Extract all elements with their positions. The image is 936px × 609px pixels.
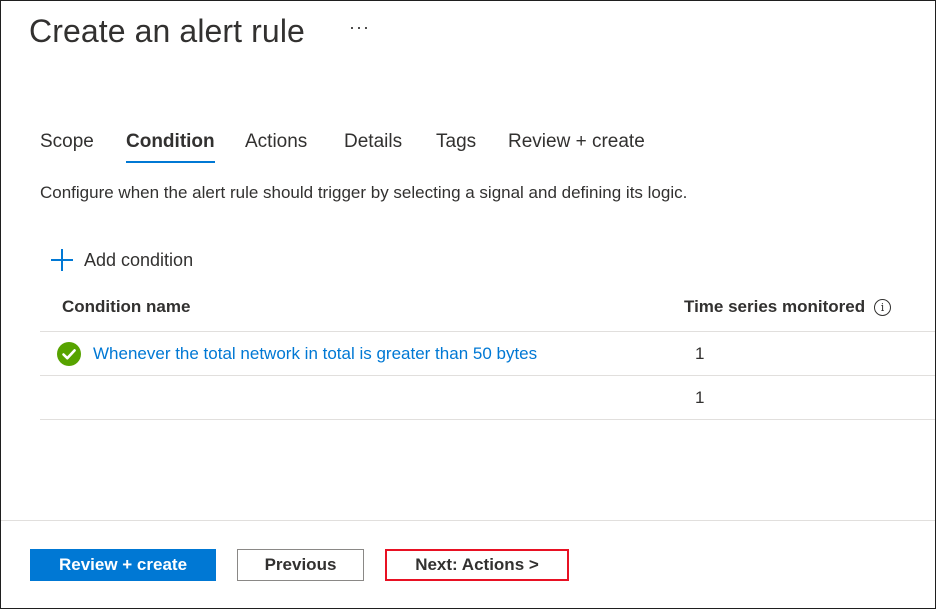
column-header-time-series: Time series monitored xyxy=(684,297,866,316)
alert-rule-panel: Create an alert rule ··· Scope Condition… xyxy=(0,0,936,609)
footer-divider xyxy=(1,520,935,521)
condition-description: Configure when the alert rule should tri… xyxy=(40,183,688,202)
tab-actions[interactable]: Actions xyxy=(245,129,307,163)
add-condition-label: Add condition xyxy=(84,249,194,270)
column-header-condition-name: Condition name xyxy=(62,297,191,316)
time-series-value: 1 xyxy=(695,344,705,363)
tab-condition[interactable]: Condition xyxy=(126,129,215,163)
time-series-value: 1 xyxy=(695,388,705,407)
tab-review-create[interactable]: Review + create xyxy=(508,129,645,163)
tab-details[interactable]: Details xyxy=(344,129,402,163)
check-circle-icon xyxy=(57,342,81,366)
table-divider xyxy=(40,331,935,332)
review-create-button[interactable]: Review + create xyxy=(30,549,216,581)
tab-tags[interactable]: Tags xyxy=(436,129,476,163)
add-condition-button[interactable]: Add condition xyxy=(51,245,193,275)
page-title: Create an alert rule xyxy=(29,13,305,49)
tab-scope[interactable]: Scope xyxy=(40,129,94,163)
next-actions-button[interactable]: Next: Actions > xyxy=(385,549,569,581)
condition-name-link[interactable]: Whenever the total network in total is g… xyxy=(93,344,537,364)
table-divider xyxy=(40,419,935,420)
more-options-icon[interactable]: ··· xyxy=(349,17,370,38)
plus-icon xyxy=(51,249,73,271)
previous-button[interactable]: Previous xyxy=(237,549,364,581)
info-icon[interactable]: i xyxy=(874,299,891,316)
table-divider xyxy=(40,375,935,376)
